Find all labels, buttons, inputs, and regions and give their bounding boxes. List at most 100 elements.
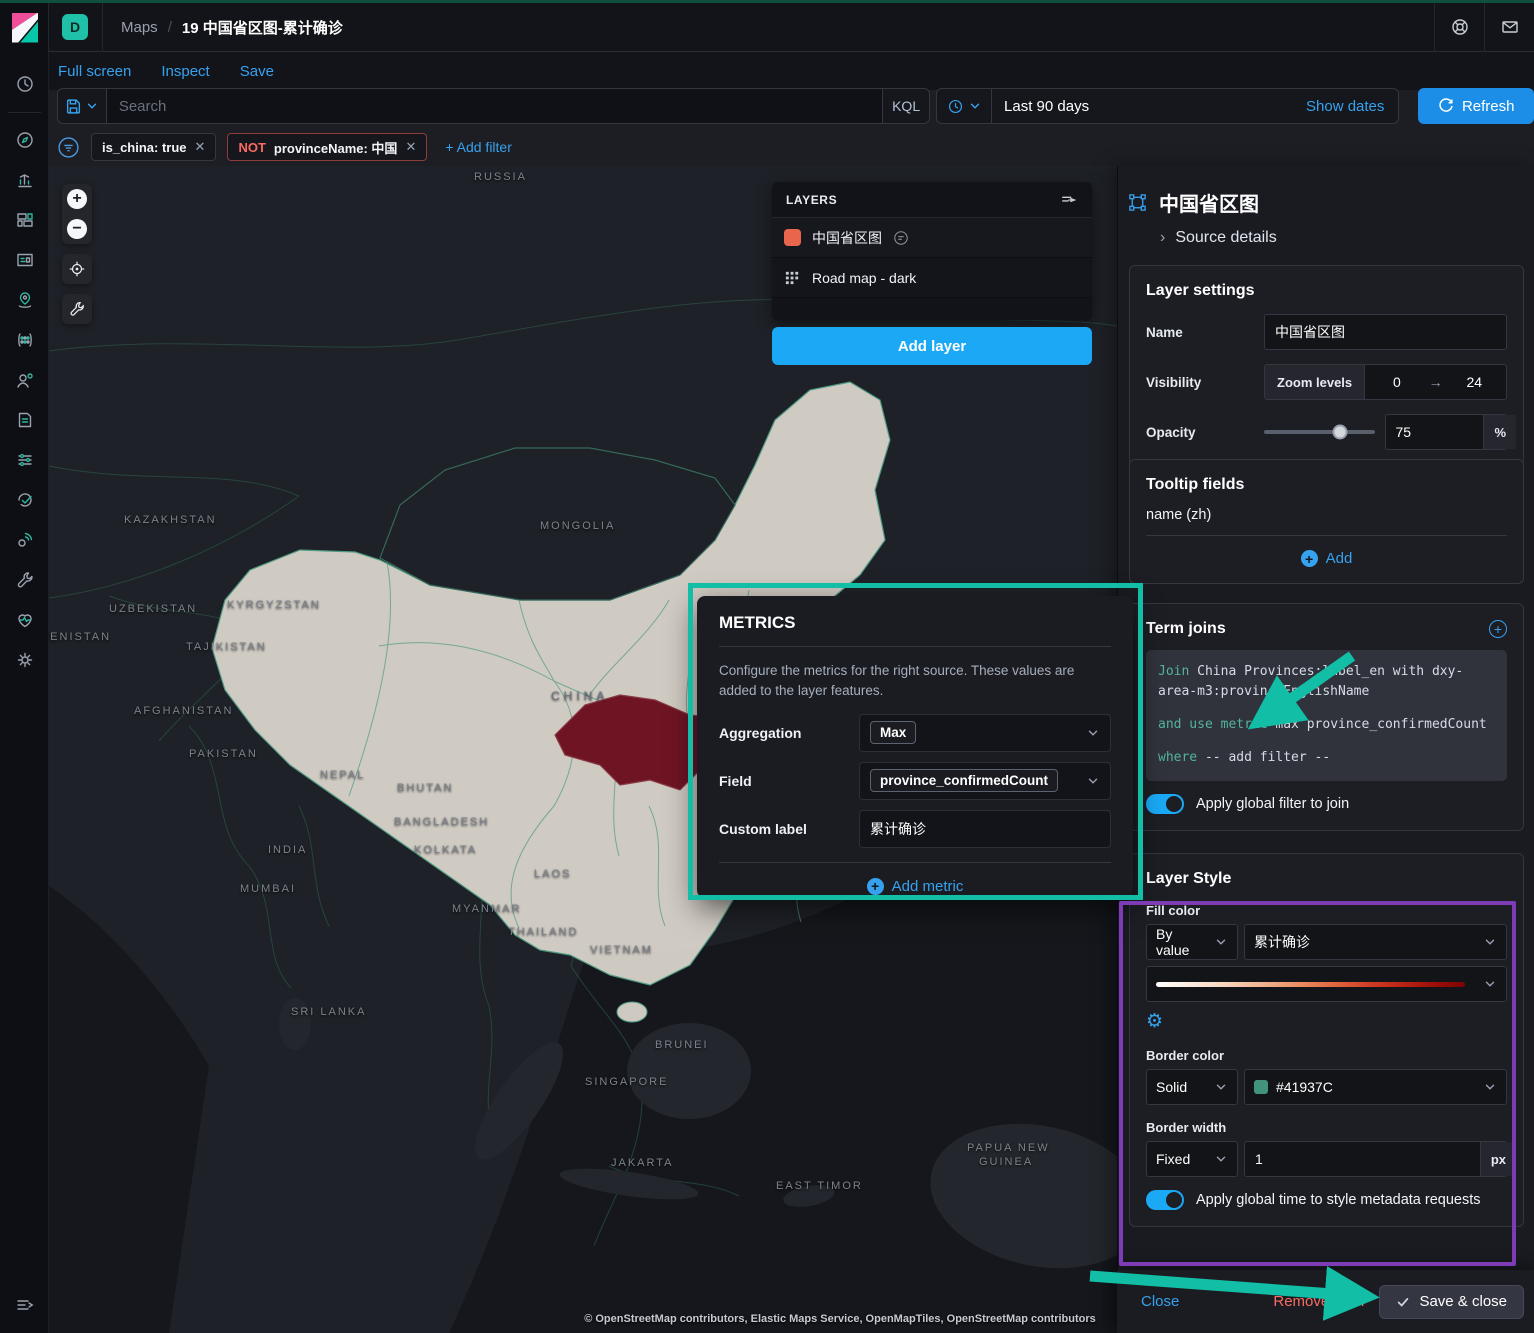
add-metric-link[interactable]: + Add metric xyxy=(719,878,1111,895)
sidebar-item-graph-icon[interactable] xyxy=(0,360,49,400)
inspect-link[interactable]: Inspect xyxy=(161,63,209,80)
sidebar-item-canvas-icon[interactable] xyxy=(0,240,49,280)
map-label: KAZAKHSTAN xyxy=(124,514,217,526)
fullscreen-link[interactable]: Full screen xyxy=(58,63,131,80)
sidebar-item-management-icon[interactable] xyxy=(0,640,49,680)
border-width-input[interactable]: 1 px xyxy=(1244,1141,1507,1177)
source-details-accordion[interactable]: › Source details xyxy=(1118,217,1534,247)
close-button[interactable]: Close xyxy=(1141,1293,1179,1310)
color-swatch xyxy=(1254,1080,1268,1094)
sidebar-item-logs-icon[interactable] xyxy=(0,400,49,440)
sidebar-item-pipelines-icon[interactable] xyxy=(0,440,49,480)
term-joins-panel: Term joins + Join China Provinces:label_… xyxy=(1129,603,1524,831)
sidebar-item-discover-icon[interactable] xyxy=(0,120,49,160)
add-filter-link[interactable]: + Add filter xyxy=(445,139,512,155)
map-attribution: © OpenStreetMap contributors, Elastic Ma… xyxy=(584,1313,1096,1325)
breadcrumb-maps[interactable]: Maps xyxy=(121,19,158,36)
apply-global-filter-toggle[interactable] xyxy=(1146,794,1184,814)
border-color-select[interactable]: #41937C xyxy=(1244,1069,1507,1105)
remove-filter-icon[interactable]: ✕ xyxy=(405,139,416,155)
deployment-badge[interactable]: D xyxy=(62,14,88,40)
filter-pill-is-china[interactable]: is_china: true✕ xyxy=(91,133,216,161)
opacity-input[interactable]: 75 % xyxy=(1385,414,1508,450)
saved-query-menu-button[interactable] xyxy=(57,88,107,124)
tooltip-fields-heading: Tooltip fields xyxy=(1146,476,1507,494)
collapse-layers-icon[interactable] xyxy=(1060,191,1078,209)
sidebar-item-uptime-icon[interactable] xyxy=(0,480,49,520)
show-dates-link[interactable]: Show dates xyxy=(1306,98,1398,115)
remove-filter-icon[interactable]: ✕ xyxy=(195,139,206,155)
border-mode-select[interactable]: Solid xyxy=(1146,1069,1238,1105)
set-view-crosshair-button[interactable] xyxy=(62,254,92,284)
layer-settings-flyout: 中国省区图 › Source details Layer settings Na… xyxy=(1117,166,1534,1333)
layer-style-panel: Layer Style Fill color By value 累计确诊 ⚙ B… xyxy=(1129,853,1524,1227)
plus-icon: + xyxy=(867,878,884,895)
collapse-nav-icon[interactable] xyxy=(0,1285,49,1325)
sidebar-item-maps-icon[interactable] xyxy=(0,280,49,320)
tooltip-fields-panel: Tooltip fields name (zh) + Add xyxy=(1129,459,1524,584)
add-tooltip-field-link[interactable]: + Add xyxy=(1146,550,1507,567)
layer-details-icon[interactable] xyxy=(893,230,909,246)
map-label: BANGLADESH xyxy=(394,816,489,828)
arrow-right-icon: → xyxy=(1429,374,1443,390)
add-join-icon[interactable]: + xyxy=(1489,620,1507,638)
filter-bar: is_china: true✕ NOTprovinceName: 中国✕ + A… xyxy=(57,132,512,162)
sidebar-item-apm-icon[interactable] xyxy=(0,520,49,560)
aggregation-select[interactable]: Max xyxy=(859,714,1111,752)
join-expression[interactable]: Join China Provinces:label_en with dxy-a… xyxy=(1146,650,1507,781)
layer-row-roadmap[interactable]: Road map - dark xyxy=(772,258,1092,298)
map-label: EAST TIMOR xyxy=(776,1180,863,1192)
border-width-mode-select[interactable]: Fixed xyxy=(1146,1141,1238,1177)
kql-button[interactable]: KQL xyxy=(883,88,930,124)
opacity-slider[interactable] xyxy=(1264,414,1375,450)
apply-global-time-toggle[interactable] xyxy=(1146,1190,1184,1210)
kibana-logo[interactable] xyxy=(0,3,49,52)
search-input[interactable] xyxy=(119,98,870,115)
field-select[interactable]: province_confirmedCount xyxy=(859,762,1111,800)
vector-layer-icon xyxy=(1128,193,1147,212)
custom-label-input[interactable]: 累计确诊 xyxy=(859,810,1111,848)
filter-menu-icon[interactable] xyxy=(57,136,80,159)
layer-settings-heading: Layer settings xyxy=(1146,282,1507,300)
layer-row-china[interactable]: 中国省区图 xyxy=(772,218,1092,258)
metrics-description: Configure the metrics for the right sour… xyxy=(719,661,1111,702)
flyout-footer: Close Remove layer Save & close xyxy=(1117,1270,1534,1333)
refresh-button[interactable]: Refresh xyxy=(1418,88,1534,124)
sidebar-item-dev-tools-icon[interactable] xyxy=(0,560,49,600)
help-icon[interactable] xyxy=(1434,3,1484,52)
map-label: PAPUA NEW xyxy=(967,1142,1050,1154)
zoom-min-input[interactable]: 0 xyxy=(1365,374,1428,390)
save-link[interactable]: Save xyxy=(240,63,274,80)
filter-pill-not-province[interactable]: NOTprovinceName: 中国✕ xyxy=(227,133,427,161)
time-range-value[interactable]: Last 90 days xyxy=(992,98,1089,115)
fill-field-select[interactable]: 累计确诊 xyxy=(1244,924,1507,960)
ramp-settings-gear-icon[interactable]: ⚙ xyxy=(1146,1010,1507,1033)
feedback-mail-icon[interactable] xyxy=(1484,3,1534,52)
add-layer-button[interactable]: Add layer xyxy=(772,327,1092,365)
sidebar-item-monitoring-icon[interactable] xyxy=(0,600,49,640)
slider-thumb[interactable] xyxy=(1333,425,1348,440)
tooltip-field-item[interactable]: name (zh) xyxy=(1146,494,1507,536)
sidebar-item-machine-learning-icon[interactable] xyxy=(0,320,49,360)
zoom-in-button[interactable]: + xyxy=(62,184,92,214)
zoom-max-input[interactable]: 24 xyxy=(1443,374,1506,390)
zoom-levels-control[interactable]: Zoom levels 0 → 24 xyxy=(1264,364,1507,400)
map-label: MYANMAR xyxy=(452,903,521,915)
sidebar-item-visualize-icon[interactable] xyxy=(0,160,49,200)
map-label: MONGOLIA xyxy=(540,520,615,532)
sidebar-item-dashboard-icon[interactable] xyxy=(0,200,49,240)
sidebar-item-recent-icon[interactable] xyxy=(0,64,49,104)
map-label: MUMBAI xyxy=(240,883,296,895)
fill-mode-select[interactable]: By value xyxy=(1146,924,1238,960)
layer-swatch xyxy=(784,229,801,246)
map-label: LAOS xyxy=(534,868,571,880)
layer-name-input[interactable]: 中国省区图 xyxy=(1264,314,1507,350)
save-and-close-button[interactable]: Save & close xyxy=(1379,1285,1524,1319)
time-picker-quick-menu[interactable] xyxy=(937,89,992,123)
color-ramp-select[interactable] xyxy=(1146,966,1507,1002)
map-label: KYRGYZSTAN xyxy=(227,599,321,611)
layers-title: LAYERS xyxy=(786,193,837,207)
zoom-out-button[interactable]: − xyxy=(62,214,92,244)
remove-layer-button[interactable]: Remove layer xyxy=(1273,1293,1366,1310)
map-tools-button[interactable] xyxy=(62,294,92,324)
